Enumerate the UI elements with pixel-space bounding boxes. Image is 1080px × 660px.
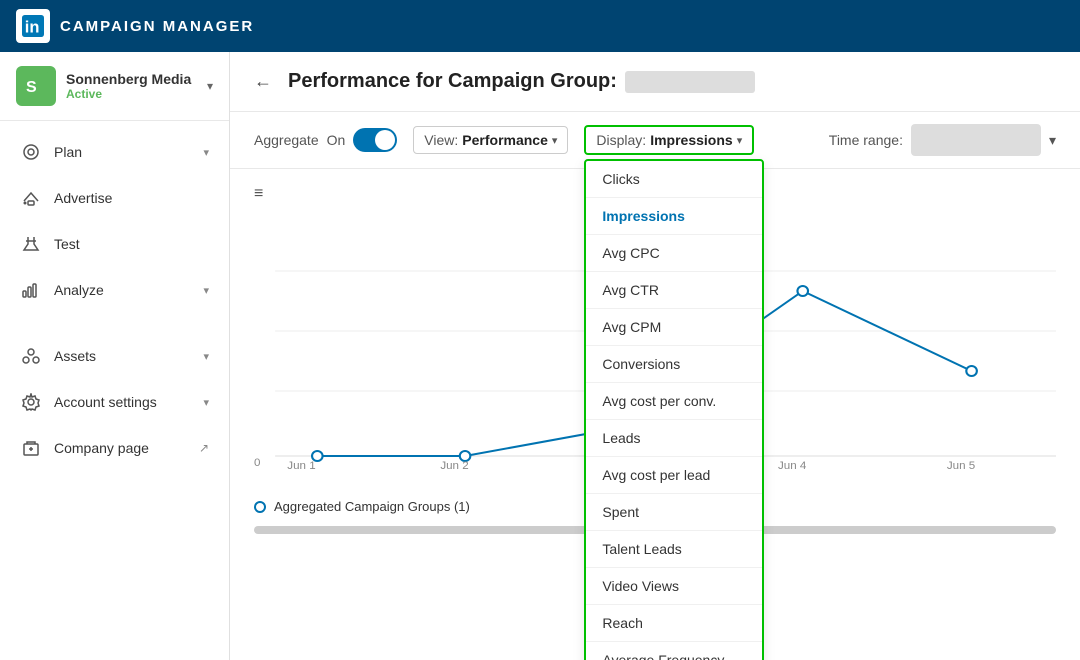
display-dropdown-menu: ClicksImpressionsAvg CPCAvg CTRAvg CPMCo… [584, 159, 764, 660]
display-select-button[interactable]: Display: Impressions ▾ [584, 125, 754, 155]
display-dropdown-wrapper: Display: Impressions ▾ ClicksImpressions… [584, 125, 754, 155]
app-title: CAMPAIGN MANAGER [60, 18, 254, 35]
sidebar-nav: Plan ▾ Advertise [0, 121, 229, 660]
assets-icon [20, 345, 42, 367]
toggle-thumb [375, 130, 395, 150]
legend-label: Aggregated Campaign Groups (1) [274, 499, 470, 514]
svg-text:S: S [26, 79, 37, 96]
assets-chevron-icon: ▾ [203, 350, 209, 363]
dropdown-item-talent-leads[interactable]: Talent Leads [586, 531, 762, 568]
svg-text:Jun 1: Jun 1 [287, 460, 315, 471]
display-value: Impressions [650, 132, 732, 148]
time-range-value[interactable] [911, 124, 1041, 156]
account-status: Active [66, 87, 207, 101]
sidebar: S Sonnenberg Media Active ▾ Plan ▾ [0, 52, 230, 660]
display-chevron-icon: ▾ [737, 134, 743, 147]
external-link-icon: ↗ [199, 441, 209, 455]
aggregate-on-label: On [327, 132, 346, 148]
analyze-chevron-icon: ▾ [203, 284, 209, 297]
dropdown-item-average-frequency[interactable]: Average Frequency [586, 642, 762, 660]
account-info: Sonnenberg Media Active [66, 71, 207, 101]
svg-text:Jun 4: Jun 4 [778, 460, 806, 471]
sidebar-item-assets-label: Assets [54, 348, 203, 364]
dropdown-item-reach[interactable]: Reach [586, 605, 762, 642]
content-area: ← Performance for Campaign Group: Aggreg… [230, 52, 1080, 660]
account-settings-chevron-icon: ▾ [203, 396, 209, 409]
top-nav: in CAMPAIGN MANAGER [0, 0, 1080, 52]
y-axis-zero: 0 [254, 457, 260, 469]
account-section[interactable]: S Sonnenberg Media Active ▾ [0, 52, 229, 121]
plan-chevron-icon: ▾ [203, 146, 209, 159]
account-settings-icon [20, 391, 42, 413]
svg-text:Jun 5: Jun 5 [947, 460, 975, 471]
display-label: Display: [596, 132, 646, 148]
dropdown-item-video-views[interactable]: Video Views [586, 568, 762, 605]
advertise-icon [20, 187, 42, 209]
sidebar-item-plan[interactable]: Plan ▾ [0, 129, 229, 175]
linkedin-logo: in [16, 9, 50, 43]
dropdown-item-clicks[interactable]: Clicks [586, 161, 762, 198]
aggregate-group: Aggregate On [254, 128, 397, 152]
sidebar-item-test[interactable]: Test [0, 221, 229, 267]
back-button[interactable]: ← [254, 71, 272, 92]
svg-text:in: in [25, 18, 40, 36]
dropdown-item-avg-cost-per-conv[interactable]: Avg cost per conv. [586, 383, 762, 420]
dropdown-item-avg-cpc[interactable]: Avg CPC [586, 235, 762, 272]
analyze-icon [20, 279, 42, 301]
company-page-icon [20, 437, 42, 459]
view-value: Performance [462, 132, 548, 148]
dropdown-item-avg-ctr[interactable]: Avg CTR [586, 272, 762, 309]
time-range-group: Time range: ▾ [829, 124, 1056, 156]
sidebar-item-test-label: Test [54, 236, 209, 252]
page-title: Performance for Campaign Group: [288, 70, 617, 93]
account-chevron-icon: ▾ [207, 79, 213, 93]
sidebar-item-analyze[interactable]: Analyze ▾ [0, 267, 229, 313]
view-chevron-icon: ▾ [552, 134, 558, 147]
sidebar-item-company-page[interactable]: Company page ↗ [0, 425, 229, 471]
campaign-group-name [625, 71, 755, 93]
view-label: View: [424, 132, 458, 148]
aggregate-toggle[interactable] [353, 128, 397, 152]
toolbar: Aggregate On View: Performance ▾ Display… [230, 112, 1080, 169]
sidebar-item-account-settings-label: Account settings [54, 394, 203, 410]
avatar: S [16, 66, 56, 106]
sidebar-item-analyze-label: Analyze [54, 282, 203, 298]
test-icon [20, 233, 42, 255]
dropdown-item-spent[interactable]: Spent [586, 494, 762, 531]
sidebar-item-account-settings[interactable]: Account settings ▾ [0, 379, 229, 425]
dropdown-item-conversions[interactable]: Conversions [586, 346, 762, 383]
dropdown-item-avg-cpm[interactable]: Avg CPM [586, 309, 762, 346]
plan-icon [20, 141, 42, 163]
aggregate-label: Aggregate [254, 132, 319, 148]
account-name: Sonnenberg Media [66, 71, 207, 87]
dropdown-item-leads[interactable]: Leads [586, 420, 762, 457]
sidebar-item-advertise[interactable]: Advertise [0, 175, 229, 221]
sidebar-item-company-page-label: Company page [54, 440, 199, 456]
dropdown-item-avg-cost-per-lead[interactable]: Avg cost per lead [586, 457, 762, 494]
svg-text:Jun 2: Jun 2 [440, 460, 468, 471]
legend-dot [254, 501, 266, 513]
time-range-label: Time range: [829, 132, 903, 148]
sidebar-item-advertise-label: Advertise [54, 190, 209, 206]
sidebar-item-plan-label: Plan [54, 144, 203, 160]
sidebar-item-assets[interactable]: Assets ▾ [0, 333, 229, 379]
view-group: View: Performance ▾ [413, 126, 568, 154]
page-header: ← Performance for Campaign Group: [230, 52, 1080, 112]
dropdown-item-impressions[interactable]: Impressions [586, 198, 762, 235]
view-select[interactable]: View: Performance ▾ [413, 126, 568, 154]
time-range-chevron-icon[interactable]: ▾ [1049, 132, 1056, 149]
